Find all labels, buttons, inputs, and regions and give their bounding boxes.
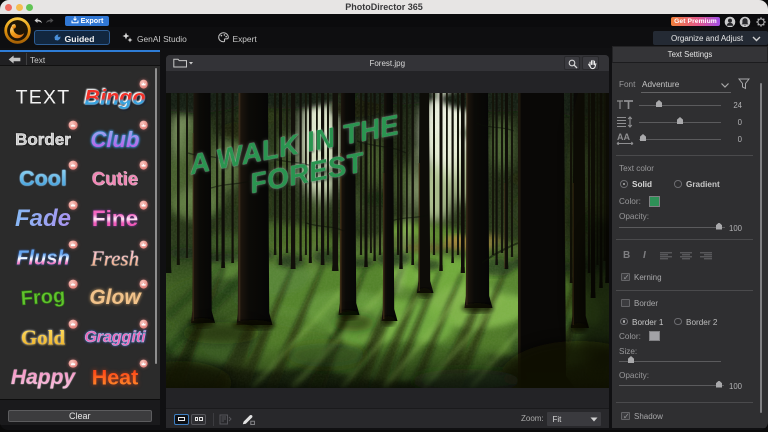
svg-text:AA: AA [617,132,630,142]
